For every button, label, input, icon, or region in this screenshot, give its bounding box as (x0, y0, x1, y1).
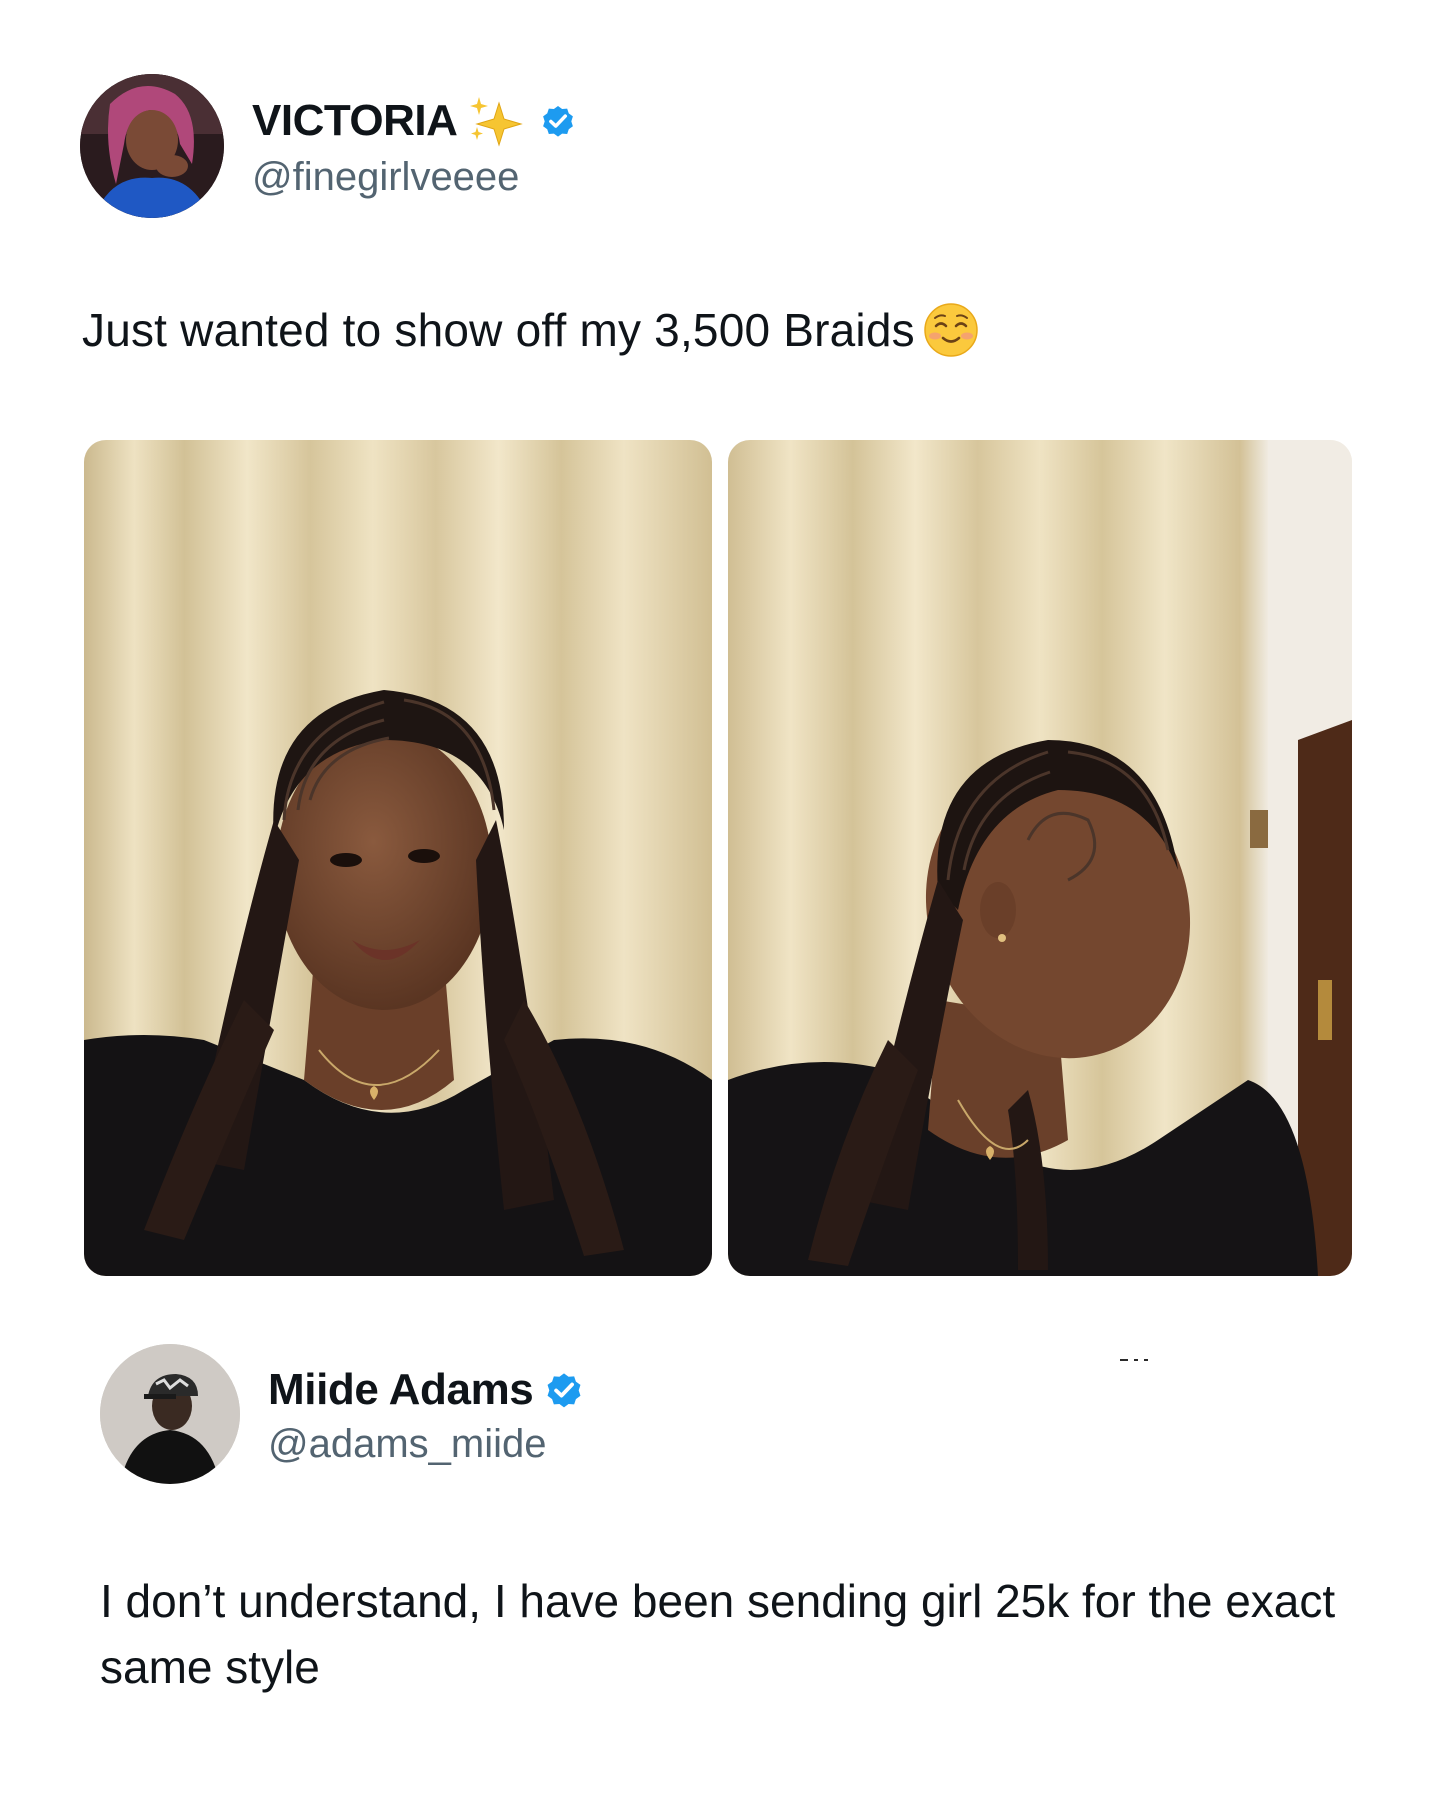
smiling-face-icon (921, 300, 981, 360)
author-name-block: VICTORIA @finegirlveeee (252, 93, 577, 200)
tweet-text: Just wanted to show off my 3,500 Braids (82, 300, 981, 360)
tweet-photo-side[interactable] (728, 440, 1352, 1276)
author-name-row: VICTORIA (252, 93, 577, 149)
tweet-photo-front[interactable] (84, 440, 712, 1276)
reply-text: I don’t understand, I have been sending … (100, 1575, 1336, 1693)
reply-name-row: Miide Adams (268, 1362, 585, 1418)
more-options-icon[interactable] (1118, 1356, 1158, 1364)
reply-author-avatar[interactable] (100, 1344, 240, 1484)
sparkles-icon (463, 93, 529, 149)
author-display-name[interactable]: VICTORIA (252, 96, 458, 146)
reply-author-handle[interactable]: @adams_miide (268, 1422, 585, 1467)
reply-display-name[interactable]: Miide Adams (268, 1365, 534, 1415)
tweet-text-content: Just wanted to show off my 3,500 Braids (82, 304, 915, 356)
reply-name-block: Miide Adams @adams_miide (268, 1362, 585, 1467)
verified-badge-icon[interactable] (539, 102, 577, 140)
reply-author-header: Miide Adams @adams_miide (100, 1342, 585, 1486)
screenshot-page: VICTORIA @finegirlveeee Just wanted to s… (0, 0, 1440, 1800)
verified-badge-icon[interactable] (543, 1369, 585, 1411)
tweet-author-header: VICTORIA @finegirlveeee (80, 74, 577, 218)
author-handle[interactable]: @finegirlveeee (252, 155, 577, 200)
author-avatar[interactable] (80, 74, 224, 218)
